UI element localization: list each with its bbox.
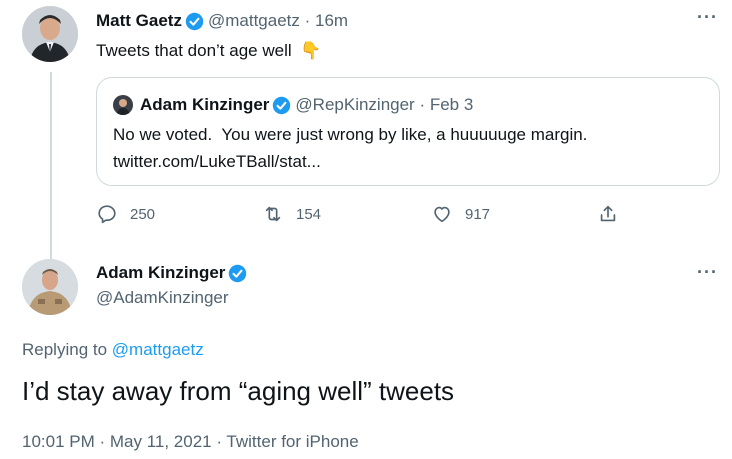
avatar-rep-kinzinger: [113, 95, 133, 115]
quoted-link[interactable]: twitter.com/LukeTBall/stat...: [113, 152, 321, 172]
replying-to-handle[interactable]: @mattgaetz: [112, 340, 204, 359]
author-handle[interactable]: @mattgaetz: [208, 11, 300, 31]
thread-line: [50, 72, 52, 260]
retweet-action[interactable]: 154: [262, 203, 321, 225]
tweet-header: Matt Gaetz @mattgaetz · 16m: [96, 10, 348, 32]
reply-header-name: Adam Kinzinger: [96, 262, 251, 284]
replying-to-label: Replying to: [22, 340, 108, 359]
tweet-text: Tweets that don’t age well 👇: [96, 41, 322, 61]
tweet-time[interactable]: 16m: [315, 11, 348, 31]
retweet-count: 154: [296, 205, 322, 223]
quoted-header: Adam Kinzinger @RepKinzinger · Feb 3: [140, 94, 473, 116]
tweet-text-content: Tweets that don’t age well: [96, 41, 292, 60]
quoted-tweet[interactable]: Adam Kinzinger @RepKinzinger · Feb 3 No …: [96, 77, 720, 186]
author-name[interactable]: Matt Gaetz: [96, 11, 182, 31]
reply-count: 250: [130, 205, 156, 223]
quoted-author-handle: @RepKinzinger: [295, 95, 415, 114]
retweet-icon: [265, 206, 281, 222]
reply-author-handle[interactable]: @AdamKinzinger: [96, 288, 229, 308]
reply-action[interactable]: 250: [96, 203, 155, 225]
quoted-text: No we voted. You were just wrong by like…: [113, 125, 588, 144]
reply-author-name[interactable]: Adam Kinzinger: [96, 263, 225, 283]
quoted-date: Feb 3: [429, 95, 474, 114]
share-action[interactable]: [597, 203, 631, 225]
pointing-down-emoji: 👇: [300, 41, 322, 60]
verified-badge-icon: [228, 264, 247, 283]
replying-to: Replying to @mattgaetz: [22, 340, 204, 360]
quoted-author-name: Adam Kinzinger: [140, 95, 270, 114]
reply-timestamp[interactable]: 10:01 PM · May 11, 2021 · Twitter for iP…: [22, 432, 359, 452]
avatar-matt-gaetz[interactable]: [22, 6, 78, 62]
verified-badge-icon: [272, 96, 291, 115]
share-icon: [600, 205, 616, 222]
separator-dot: ·: [414, 95, 430, 114]
verified-badge-icon: [185, 12, 204, 31]
reply-icon: [98, 205, 116, 224]
like-icon: [434, 206, 450, 223]
like-action[interactable]: 917: [431, 203, 490, 225]
more-icon[interactable]: ···: [697, 262, 718, 283]
like-count: 917: [465, 205, 491, 223]
more-icon[interactable]: ···: [697, 7, 718, 28]
avatar-adam-kinzinger[interactable]: [22, 259, 78, 315]
separator-dot: ·: [299, 11, 315, 30]
reply-text: I’d stay away from “aging well” tweets: [22, 376, 455, 406]
